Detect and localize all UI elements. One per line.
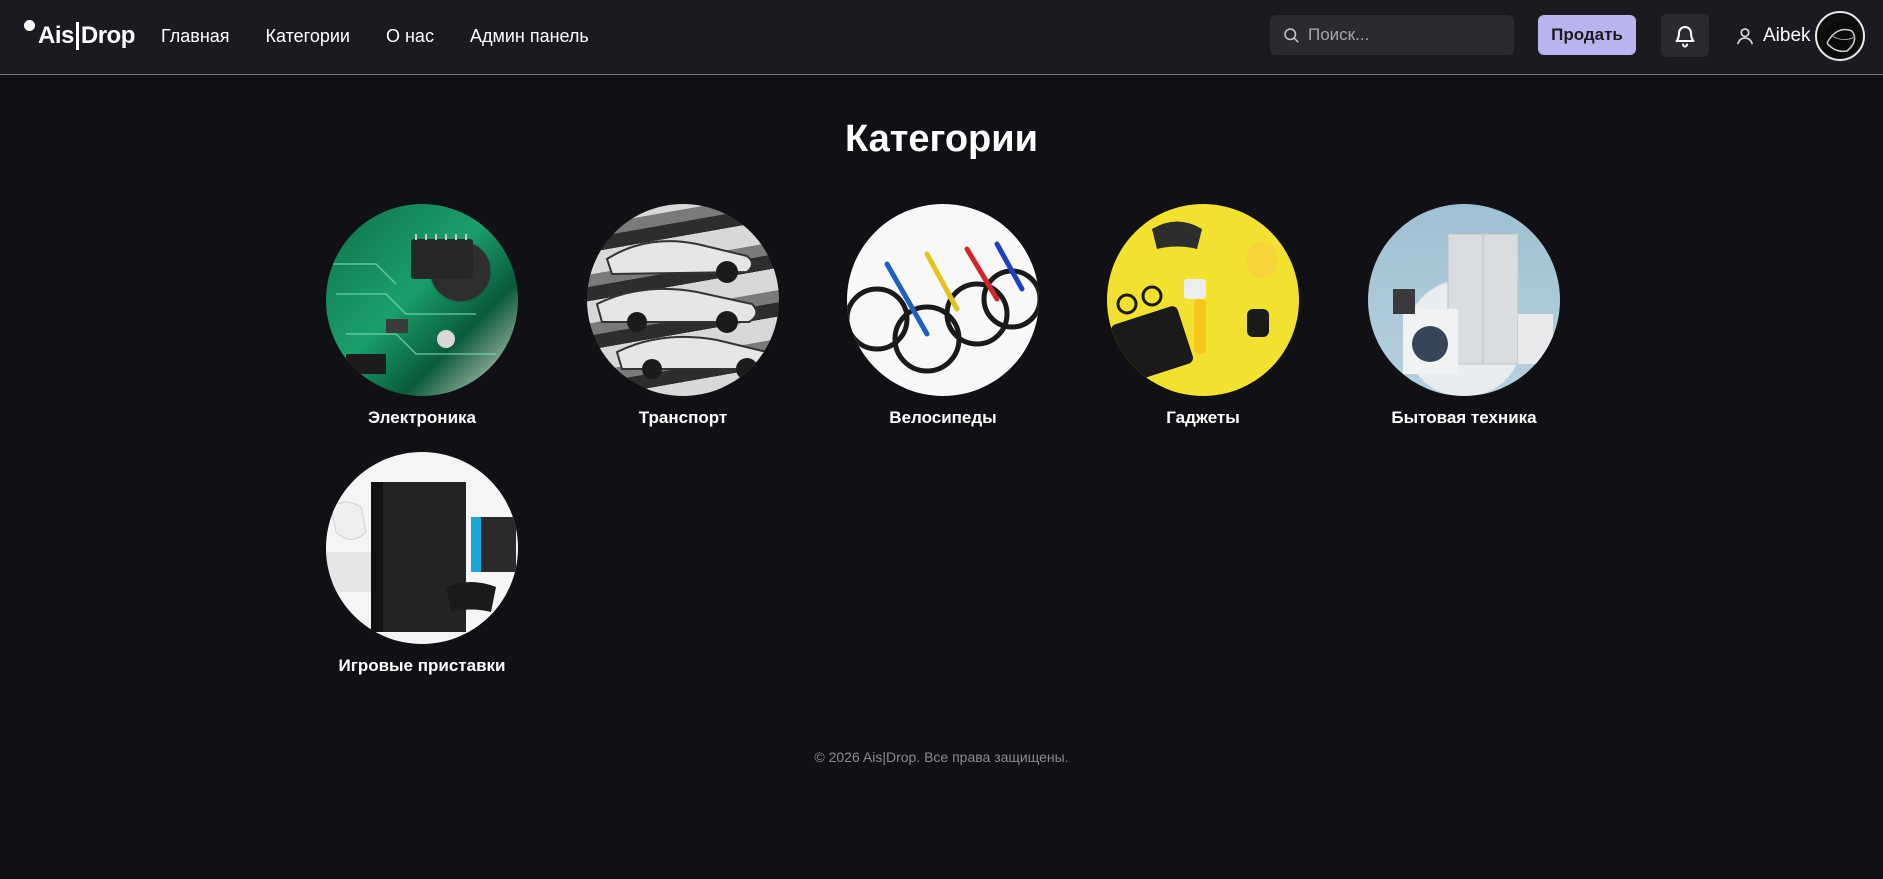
username: Aibek [1763, 25, 1811, 46]
category-label: Гаджеты [1166, 408, 1240, 427]
search-icon [1284, 28, 1299, 43]
top-navigation-bar: Ais Drop Главная Категории О нас Админ па… [0, 0, 1883, 75]
nav-link-about[interactable]: О нас [386, 24, 434, 48]
sell-button[interactable]: Продать [1538, 15, 1636, 55]
circuit-board-image [326, 204, 518, 396]
nav-link-categories[interactable]: Категории [266, 24, 350, 48]
category-label: Электроника [368, 408, 476, 427]
main-nav: Главная Категории О нас Админ панель [161, 24, 589, 48]
category-label: Велосипеды [889, 408, 997, 427]
user-icon [1737, 28, 1753, 45]
logo-text: Ais Drop [38, 22, 135, 50]
category-card-gadgets[interactable]: Гаджеты [1073, 204, 1333, 428]
nav-link-admin[interactable]: Админ панель [470, 24, 589, 48]
category-label: Игровые приставки [338, 656, 506, 675]
home-appliances-image [1368, 204, 1560, 396]
bicycles-image [847, 204, 1039, 396]
site-logo[interactable]: Ais Drop [24, 20, 135, 52]
notifications-button[interactable] [1661, 14, 1709, 57]
category-card-transport[interactable]: Транспорт [553, 204, 813, 428]
footer-copyright: © 2026 Ais|Drop. Все права защищены. [814, 749, 1069, 765]
gadgets-image [1107, 204, 1299, 396]
category-card-bicycles[interactable]: Велосипеды [813, 204, 1073, 428]
category-card-consoles[interactable]: Игровые приставки [292, 452, 552, 676]
bell-icon [1675, 25, 1695, 47]
page-title: Категории [844, 118, 1038, 160]
category-card-electronics[interactable]: Электроника [292, 204, 552, 428]
category-card-appliances[interactable]: Бытовая техника [1334, 204, 1594, 428]
search-input[interactable] [1308, 25, 1498, 45]
cars-image [587, 204, 779, 396]
user-menu[interactable]: Aibek [1735, 22, 1811, 50]
category-label: Транспорт [638, 408, 728, 427]
category-label: Бытовая техника [1391, 408, 1537, 427]
game-consoles-image [326, 452, 518, 644]
nav-link-home[interactable]: Главная [161, 24, 230, 48]
search-box [1270, 15, 1514, 55]
avatar[interactable] [1815, 11, 1865, 61]
